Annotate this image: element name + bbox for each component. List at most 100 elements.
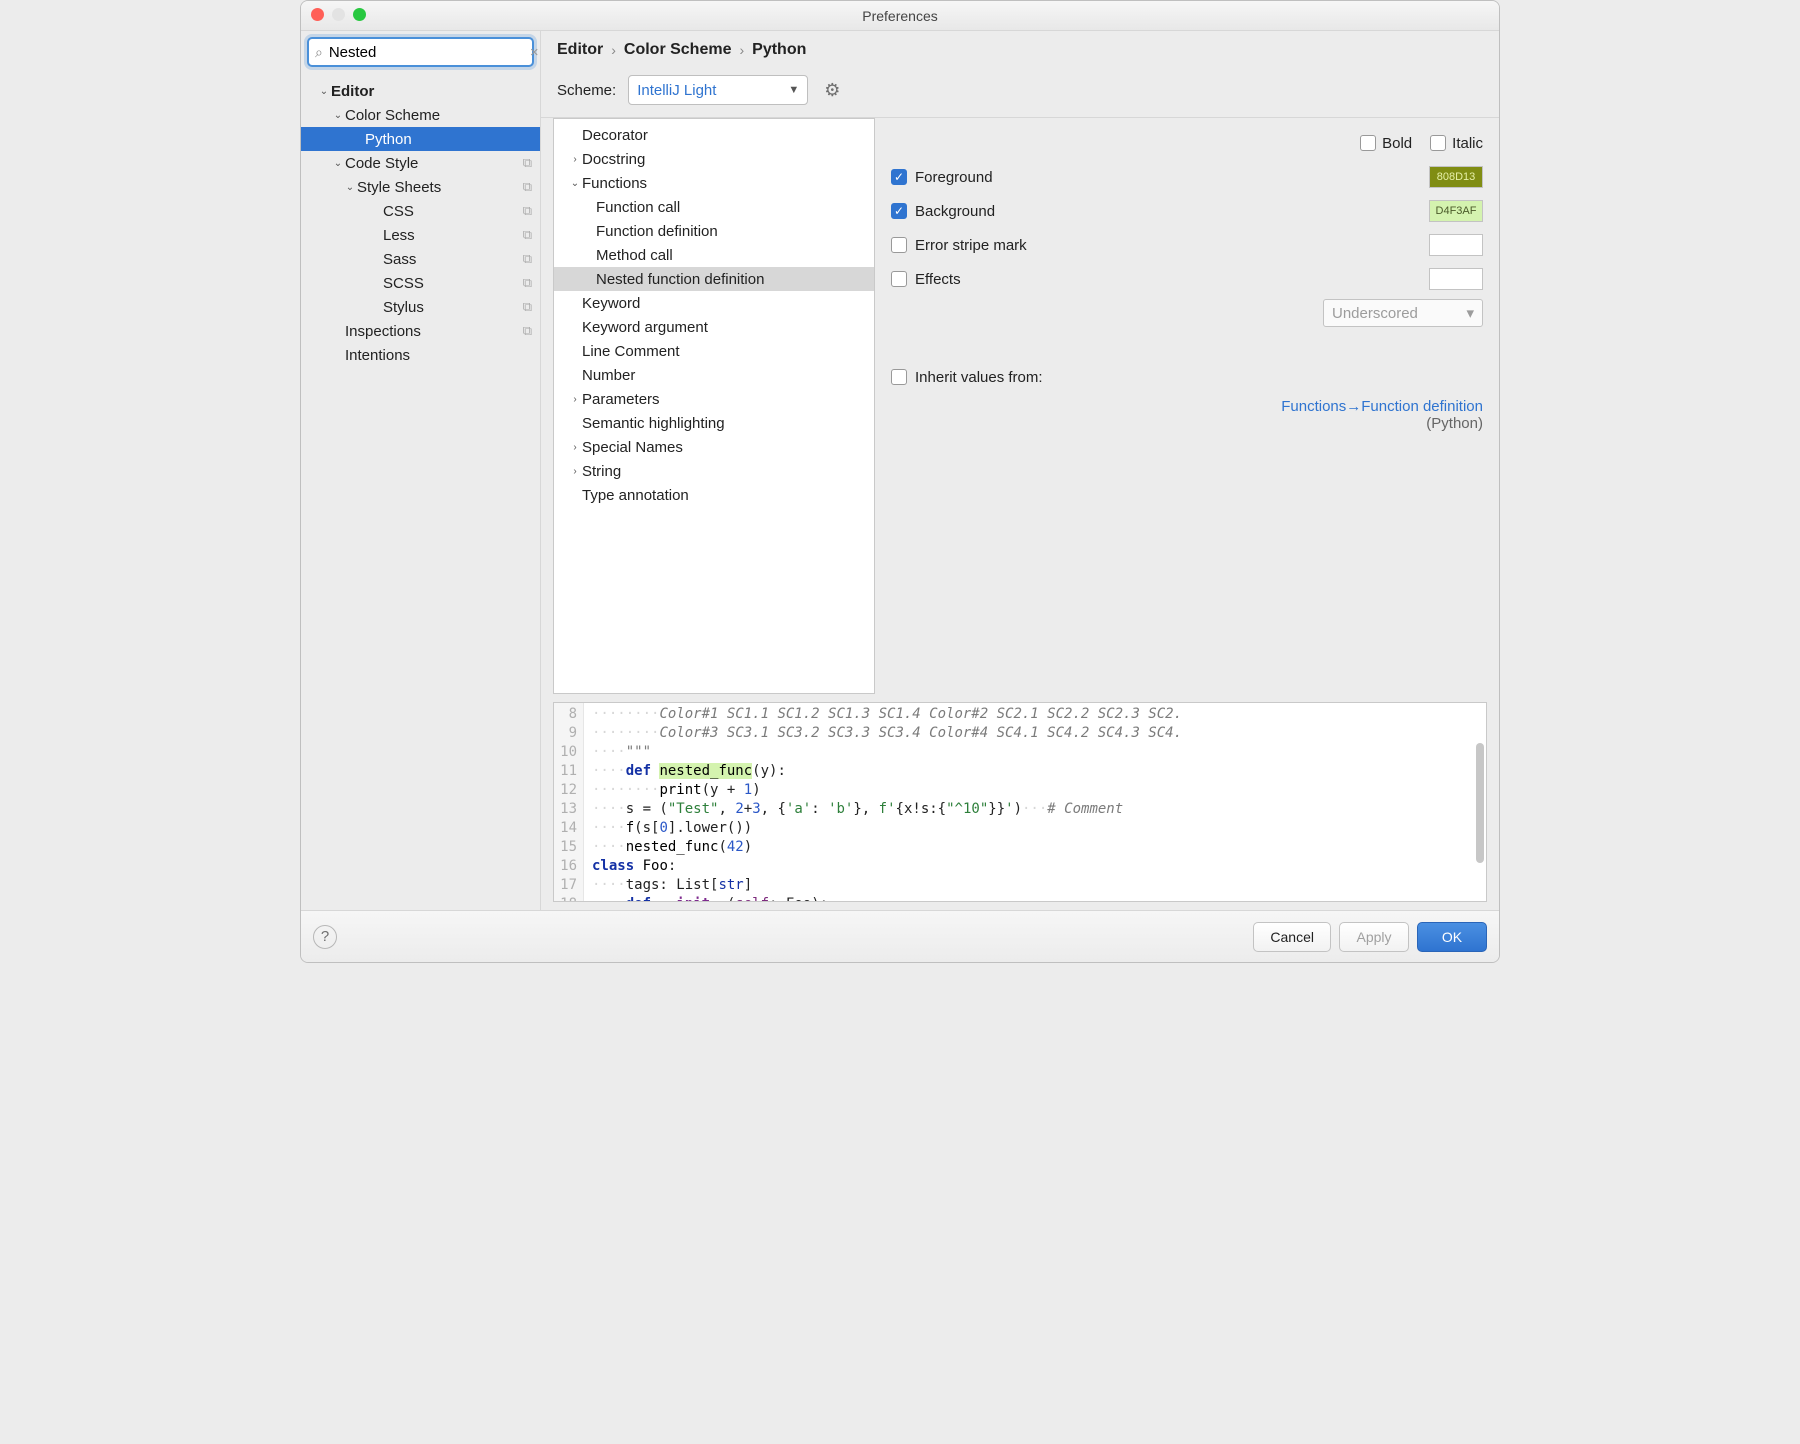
checkbox-icon <box>891 237 907 253</box>
attribute-item-label: Line Comment <box>582 343 680 360</box>
sidebar-item-inspections[interactable]: Inspections⧉ <box>301 319 540 343</box>
attribute-item-label: Semantic highlighting <box>582 415 725 432</box>
foreground-checkbox[interactable]: ✓ Foreground <box>891 169 1429 186</box>
attribute-item-label: Parameters <box>582 391 660 408</box>
attribute-item-string[interactable]: ›String <box>554 459 874 483</box>
footer: ? Cancel Apply OK <box>301 910 1499 962</box>
checkbox-icon <box>891 271 907 287</box>
settings-tree[interactable]: ⌄Editor⌄Color SchemePython⌄Code Style⧉⌄S… <box>301 73 540 910</box>
gear-icon[interactable]: ⚙ <box>824 80 840 101</box>
checkbox-icon <box>1360 135 1376 151</box>
close-icon[interactable] <box>311 8 324 21</box>
attribute-list[interactable]: Decorator›Docstring⌄FunctionsFunction ca… <box>553 118 875 694</box>
sidebar-item-code-style[interactable]: ⌄Code Style⧉ <box>301 151 540 175</box>
foreground-swatch[interactable]: 808D13 <box>1429 166 1483 188</box>
inherit-link[interactable]: Functions→Function definition <box>1281 398 1483 415</box>
attribute-item-label: Number <box>582 367 635 384</box>
attribute-item-method-call[interactable]: Method call <box>554 243 874 267</box>
attribute-item-type-annotation[interactable]: Type annotation <box>554 483 874 507</box>
sidebar-item-css[interactable]: CSS⧉ <box>301 199 540 223</box>
attribute-item-functions[interactable]: ⌄Functions <box>554 171 874 195</box>
sidebar-item-label: Style Sheets <box>357 179 517 196</box>
error-stripe-swatch[interactable] <box>1429 234 1483 256</box>
error-stripe-checkbox[interactable]: Error stripe mark <box>891 237 1429 254</box>
chevron-right-icon: › <box>568 394 582 405</box>
background-swatch[interactable]: D4F3AF <box>1429 200 1483 222</box>
cancel-button[interactable]: Cancel <box>1253 922 1331 952</box>
background-row: ✓ Background D4F3AF <box>891 194 1483 228</box>
attribute-item-label: Nested function definition <box>596 271 764 288</box>
sidebar-item-scss[interactable]: SCSS⧉ <box>301 271 540 295</box>
background-checkbox[interactable]: ✓ Background <box>891 203 1429 220</box>
clear-icon[interactable]: × <box>530 44 539 61</box>
help-button[interactable]: ? <box>313 925 337 949</box>
breadcrumb-item[interactable]: Python <box>752 41 806 59</box>
attribute-item-nested-function-definition[interactable]: Nested function definition <box>554 267 874 291</box>
inherit-checkbox[interactable]: Inherit values from: <box>891 369 1483 386</box>
search-icon: ⌕ <box>315 44 323 61</box>
chevron-right-icon: › <box>568 442 582 453</box>
attribute-item-semantic-highlighting[interactable]: Semantic highlighting <box>554 411 874 435</box>
sidebar-item-python[interactable]: Python <box>301 127 540 151</box>
attribute-item-label: Docstring <box>582 151 645 168</box>
attribute-item-keyword[interactable]: Keyword <box>554 291 874 315</box>
sidebar-item-color-scheme[interactable]: ⌄Color Scheme <box>301 103 540 127</box>
breadcrumb-item[interactable]: Color Scheme <box>624 41 732 59</box>
apply-button[interactable]: Apply <box>1339 922 1409 952</box>
italic-checkbox[interactable]: Italic <box>1430 135 1483 152</box>
search-wrap: ⌕ × <box>301 31 540 73</box>
effects-checkbox[interactable]: Effects <box>891 271 1429 288</box>
chevron-down-icon: ⌄ <box>343 182 357 193</box>
attribute-options: Bold Italic ✓ Foreground 808 <box>887 118 1487 694</box>
effects-select-row: Underscored ▾ <box>891 296 1483 330</box>
search-box[interactable]: ⌕ × <box>307 37 534 67</box>
code-body: ········Color#1 SC1.1 SC1.2 SC1.3 SC1.4 … <box>584 703 1486 901</box>
scheme-select[interactable]: IntelliJ Light ▼ <box>628 75 808 105</box>
breadcrumb: Editor › Color Scheme › Python <box>541 31 1499 63</box>
breadcrumb-item[interactable]: Editor <box>557 41 603 59</box>
sidebar-item-editor[interactable]: ⌄Editor <box>301 79 540 103</box>
effects-swatch[interactable] <box>1429 268 1483 290</box>
attribute-item-label: Functions <box>582 175 647 192</box>
search-input[interactable] <box>327 43 530 62</box>
main-panel: Editor › Color Scheme › Python Scheme: I… <box>541 31 1499 910</box>
chevron-right-icon: › <box>603 42 624 58</box>
font-style-row: Bold Italic <box>891 126 1483 160</box>
sidebar-item-style-sheets[interactable]: ⌄Style Sheets⧉ <box>301 175 540 199</box>
chevron-right-icon: › <box>568 154 582 165</box>
sidebar-item-label: Editor <box>331 83 532 100</box>
attribute-item-parameters[interactable]: ›Parameters <box>554 387 874 411</box>
maximize-icon[interactable] <box>353 8 366 21</box>
effects-row: Effects <box>891 262 1483 296</box>
attribute-item-label: Keyword <box>582 295 640 312</box>
scheme-label: Scheme: <box>557 82 616 99</box>
sidebar-item-stylus[interactable]: Stylus⧉ <box>301 295 540 319</box>
inherit-suffix: (Python) <box>1426 415 1483 432</box>
attribute-item-function-call[interactable]: Function call <box>554 195 874 219</box>
attribute-item-keyword-argument[interactable]: Keyword argument <box>554 315 874 339</box>
titlebar: Preferences <box>301 1 1499 31</box>
attribute-item-function-definition[interactable]: Function definition <box>554 219 874 243</box>
window-controls <box>311 8 366 21</box>
sidebar-item-label: Code Style <box>345 155 517 172</box>
code-preview[interactable]: 8 9 10 11 12 13 14 15 16 17 18 ········C… <box>553 702 1487 902</box>
minimize-icon[interactable] <box>332 8 345 21</box>
bold-checkbox[interactable]: Bold <box>1360 135 1412 152</box>
chevron-down-icon: ⌄ <box>317 86 331 97</box>
sidebar-item-label: Stylus <box>383 299 517 316</box>
attribute-item-number[interactable]: Number <box>554 363 874 387</box>
effects-type-select[interactable]: Underscored ▾ <box>1323 299 1483 327</box>
attribute-item-label: Keyword argument <box>582 319 708 336</box>
sidebar-item-sass[interactable]: Sass⧉ <box>301 247 540 271</box>
sidebar-item-intentions[interactable]: Intentions <box>301 343 540 367</box>
foreground-row: ✓ Foreground 808D13 <box>891 160 1483 194</box>
scrollbar[interactable] <box>1476 743 1484 863</box>
ok-button[interactable]: OK <box>1417 922 1487 952</box>
attribute-item-label: String <box>582 463 621 480</box>
window-title: Preferences <box>862 8 937 24</box>
attribute-item-docstring[interactable]: ›Docstring <box>554 147 874 171</box>
sidebar-item-less[interactable]: Less⧉ <box>301 223 540 247</box>
attribute-item-line-comment[interactable]: Line Comment <box>554 339 874 363</box>
attribute-item-special-names[interactable]: ›Special Names <box>554 435 874 459</box>
attribute-item-decorator[interactable]: Decorator <box>554 123 874 147</box>
